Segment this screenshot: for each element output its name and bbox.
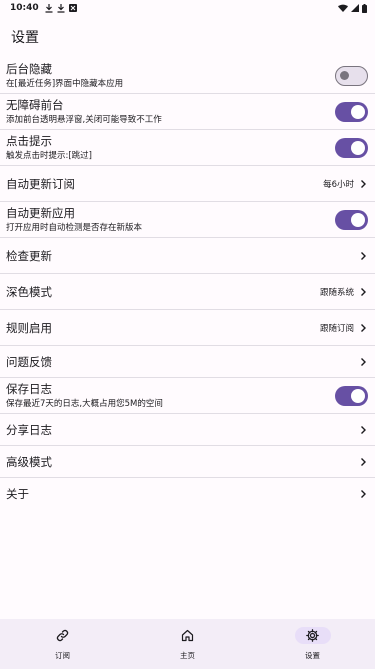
- chevron-right-icon: [361, 323, 366, 332]
- setting-auto-update-app[interactable]: 自动更新应用打开应用时自动检测是否存在新版本: [0, 202, 375, 238]
- status-bar: 10:40: [0, 0, 375, 16]
- setting-rule-enable[interactable]: 规则启用 跟随订阅: [0, 310, 375, 346]
- item-title: 后台隐藏: [6, 62, 52, 76]
- chevron-right-icon: [361, 425, 366, 434]
- nav-indicator: [170, 627, 206, 644]
- toggle-knob: [351, 140, 365, 155]
- chevron-right-icon: [361, 287, 366, 296]
- chevron-right-icon: [361, 357, 366, 366]
- setting-feedback[interactable]: 问题反馈: [0, 346, 375, 378]
- nav-label: 设置: [305, 651, 320, 660]
- item-title: 问题反馈: [6, 354, 52, 369]
- signal-icon: [351, 4, 359, 12]
- item-subtitle: 触发点击时提示:[跳过]: [6, 151, 92, 161]
- nav-subscription[interactable]: 订阅: [13, 619, 113, 661]
- page-title: 设置: [11, 30, 39, 46]
- chevron-right-icon: [361, 179, 366, 188]
- chevron-right-icon: [361, 490, 366, 498]
- nav-indicator: [294, 627, 331, 644]
- link-icon: [56, 629, 69, 642]
- setting-advanced-mode[interactable]: 高级模式: [0, 446, 375, 478]
- item-title: 检查更新: [6, 248, 52, 263]
- toggle-knob: [351, 388, 365, 403]
- item-subtitle: 在[最近任务]界面中隐藏本应用: [6, 79, 124, 89]
- setting-dark-mode[interactable]: 深色模式 跟随系统: [0, 274, 375, 310]
- item-title: 高级模式: [6, 454, 52, 469]
- item-value: 每6小时: [323, 179, 354, 190]
- download-icon: [57, 3, 65, 13]
- toggle-knob: [351, 212, 365, 227]
- nav-label: 订阅: [55, 651, 70, 660]
- setting-save-log[interactable]: 保存日志保存最近7天的日志,大概占用您5M的空间: [0, 378, 375, 414]
- item-subtitle: 保存最近7天的日志,大概占用您5M的空间: [6, 399, 163, 409]
- nav-settings[interactable]: 设置: [263, 619, 363, 661]
- wifi-icon: [338, 4, 348, 12]
- toggle-knob: [351, 104, 365, 119]
- item-title: 关于: [6, 487, 29, 501]
- item-title: 自动更新订阅: [6, 176, 75, 191]
- setting-check-update[interactable]: 检查更新: [0, 238, 375, 274]
- setting-click-hint[interactable]: 点击提示触发点击时提示:[跳过]: [0, 130, 375, 166]
- item-subtitle: 添加前台透明悬浮窗,关闭可能导致不工作: [6, 115, 162, 125]
- setting-background-hide[interactable]: 后台隐藏在[最近任务]界面中隐藏本应用: [0, 58, 375, 94]
- setting-accessibility-foreground[interactable]: 无障碍前台添加前台透明悬浮窗,关闭可能导致不工作: [0, 94, 375, 130]
- nav-label: 主页: [180, 651, 195, 660]
- item-title: 无障碍前台: [6, 98, 64, 112]
- item-subtitle: 打开应用时自动检测是否存在新版本: [6, 223, 143, 233]
- setting-about[interactable]: 关于: [0, 478, 375, 510]
- item-title: 自动更新应用: [6, 206, 75, 220]
- notification-app-icon: [68, 4, 77, 12]
- battery-icon: [362, 3, 367, 13]
- settings-list: 后台隐藏在[最近任务]界面中隐藏本应用 无障碍前台添加前台透明悬浮窗,关闭可能导…: [0, 58, 375, 510]
- item-value: 跟随订阅: [319, 323, 354, 334]
- setting-auto-update-subscription[interactable]: 自动更新订阅 每6小时: [0, 166, 375, 202]
- background-hide-toggle[interactable]: [335, 65, 368, 86]
- chevron-right-icon: [361, 251, 366, 260]
- chevron-right-icon: [361, 457, 366, 466]
- accessibility-foreground-toggle[interactable]: [335, 101, 368, 122]
- home-icon: [181, 629, 194, 642]
- download-icon: [45, 3, 53, 13]
- item-title: 规则启用: [6, 320, 52, 335]
- item-value: 跟随系统: [319, 287, 354, 298]
- save-log-toggle[interactable]: [335, 385, 368, 406]
- nav-indicator: [45, 627, 81, 644]
- toggle-knob: [340, 70, 349, 80]
- bottom-navigation: 订阅 主页 设置: [0, 619, 375, 669]
- setting-share-log[interactable]: 分享日志: [0, 414, 375, 446]
- item-title: 保存日志: [6, 382, 52, 396]
- top-app-bar: 设置: [0, 16, 375, 58]
- nav-home[interactable]: 主页: [138, 619, 238, 661]
- item-title: 分享日志: [6, 422, 52, 437]
- item-title: 深色模式: [6, 284, 52, 299]
- status-time: 10:40: [10, 3, 39, 13]
- click-hint-toggle[interactable]: [335, 137, 368, 158]
- auto-update-app-toggle[interactable]: [335, 209, 368, 230]
- item-title: 点击提示: [6, 134, 52, 148]
- settings-icon: [306, 629, 319, 642]
